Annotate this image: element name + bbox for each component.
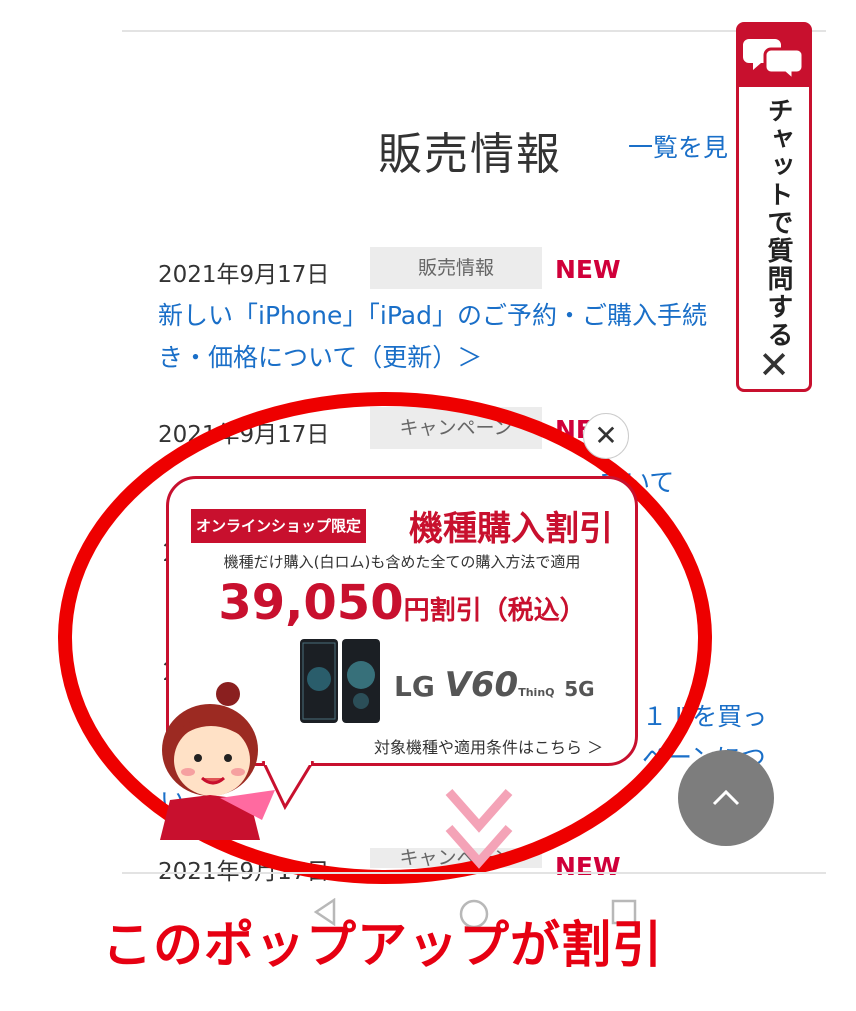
lg-logo-text: LG: [394, 670, 435, 703]
online-shop-badge: オンラインショップ限定: [191, 509, 366, 543]
news-category-tag: 販売情報: [370, 247, 542, 289]
new-badge: NEW: [555, 255, 621, 284]
chat-close-icon[interactable]: ✕: [739, 343, 809, 387]
chat-label: チャットで質問する: [763, 97, 793, 349]
section-title: 販売情報: [378, 129, 562, 180]
popup-close-button[interactable]: ✕: [583, 413, 629, 459]
popup-title: 機種購入割引: [409, 509, 613, 549]
annotation-caption: このポップアップが割引: [102, 915, 663, 974]
top-divider: [122, 30, 826, 32]
popup-details-link[interactable]: 対象機種や適用条件はこちら ＞: [374, 734, 603, 758]
chat-widget[interactable]: チャットで質問する ✕: [736, 22, 812, 392]
scroll-to-top-button[interactable]: [678, 750, 774, 846]
scroll-down-chevron-icon: [445, 789, 513, 869]
chat-bubbles-icon: [739, 25, 809, 87]
fiveg-label: 5G: [564, 677, 595, 701]
phone-image: [299, 637, 381, 729]
popup-price: 39,050円割引（税込）: [169, 575, 635, 631]
news-link[interactable]: 新しい「iPhone」「iPad」のご予約・ご購入手続き・価格について（更新）＞: [158, 295, 748, 379]
popup-subtitle: 機種だけ購入(白ロム)も含めた全ての購入方法で適用: [223, 553, 581, 571]
news-date: 2021年9月17日: [158, 262, 330, 288]
product-brand: LG V60ThinQ 5G: [394, 665, 595, 705]
model-name: V60: [444, 665, 519, 705]
mascot-character: [150, 680, 280, 844]
view-all-link[interactable]: 一覧を見: [628, 128, 740, 164]
new-badge: NEW: [555, 852, 621, 881]
bottom-divider: [122, 872, 826, 874]
chevron-up-icon: [712, 789, 740, 806]
discount-amount: 39,050: [218, 575, 404, 631]
thinq-label: ThinQ: [518, 686, 555, 699]
discount-unit: 円割引（税込）: [403, 596, 586, 626]
